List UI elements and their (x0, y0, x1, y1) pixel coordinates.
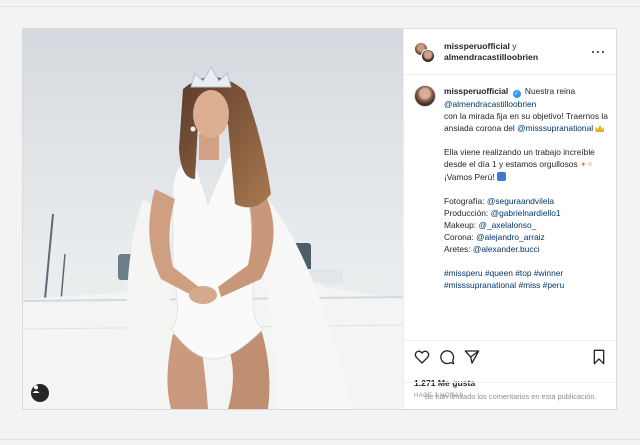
mention-link[interactable]: @alejandro_arraiz (476, 232, 545, 242)
credit-label: Producción: (444, 208, 489, 218)
caption-line: Ella viene realizando un trabajo increíb… (444, 147, 595, 169)
caption-line: ¡Vamos Perú! (444, 171, 612, 183)
mention-link[interactable]: @almendracastilloobrien (444, 98, 612, 110)
hashtags[interactable]: #missperu #queen #top #winner (444, 267, 612, 279)
collaborator-username-link[interactable]: almendracastilloobrien (444, 52, 538, 62)
share-icon[interactable] (464, 349, 480, 365)
comments-limited-notice: Se han limitado los comentarios en esta … (404, 382, 617, 409)
hashtags[interactable]: #misssupranational #miss #peru (444, 279, 612, 291)
user-tag-icon (32, 385, 40, 393)
heart-icon[interactable] (414, 349, 430, 365)
credit-line: Fotografía: @seguraandvilela (444, 195, 612, 207)
authors-connector: y (512, 41, 517, 51)
more-icon (592, 51, 595, 54)
user-tag-button[interactable] (31, 384, 49, 402)
verified-badge-icon: ✓ (512, 90, 521, 98)
post-photo[interactable] (23, 29, 403, 409)
crown-emoji-icon (595, 125, 605, 132)
credit-line: Aretes: @alexander.bucci (444, 243, 612, 255)
mention-link[interactable]: @_axelalonso_ (478, 220, 536, 230)
credit-line: Corona: @alejandro_arraiz (444, 231, 612, 243)
more-icon-dot (597, 51, 600, 54)
post-header: missperuofficial y almendracastilloobrie… (404, 29, 617, 75)
caption-cheer: ¡Vamos Perú! (444, 172, 495, 182)
avatar[interactable] (414, 85, 436, 107)
caption-line: Nuestra reina (524, 86, 576, 96)
credit-line: Makeup: @_axelalonso_ (444, 219, 612, 231)
credit-label: Fotografía: (444, 196, 485, 206)
caption-text: missperuofficial ✓ Nuestra reina @almend… (444, 85, 612, 291)
post-authors: missperuofficial y almendracastilloobrie… (444, 41, 538, 63)
more-options-button[interactable] (592, 47, 606, 57)
more-icon-dot (602, 51, 605, 54)
post-photo-illustration (23, 29, 403, 409)
page-top-divider (0, 6, 640, 7)
credit-line: Producción: @gabrielnardiello1 (444, 207, 612, 219)
credit-label: Makeup: (444, 220, 477, 230)
bookmark-icon[interactable] (591, 349, 607, 365)
credit-label: Aretes: (444, 244, 471, 254)
mention-link[interactable]: @alexander.bucci (473, 244, 540, 254)
caption-username-link[interactable]: missperuofficial (444, 86, 508, 96)
instagram-post-embed: missperuofficial y almendracastilloobrie… (22, 28, 617, 410)
post-caption: missperuofficial ✓ Nuestra reina @almend… (404, 75, 617, 340)
page-bottom-divider (0, 439, 640, 440)
mention-link[interactable]: @gabrielnardiello1 (491, 208, 561, 218)
owner-username-link[interactable]: missperuofficial (444, 41, 510, 51)
mention-link[interactable]: @seguraandvilela (487, 196, 554, 206)
post-side-panel: missperuofficial y almendracastilloobrie… (403, 29, 617, 409)
collab-avatars[interactable] (414, 42, 436, 64)
comment-icon[interactable] (439, 349, 455, 365)
sparkle-emoji-icon: ✦✧ (579, 160, 594, 169)
avatar (421, 49, 435, 63)
flag-emoji-icon (496, 172, 506, 181)
mention-link[interactable]: @misssupranational (517, 123, 593, 133)
credit-label: Corona: (444, 232, 474, 242)
